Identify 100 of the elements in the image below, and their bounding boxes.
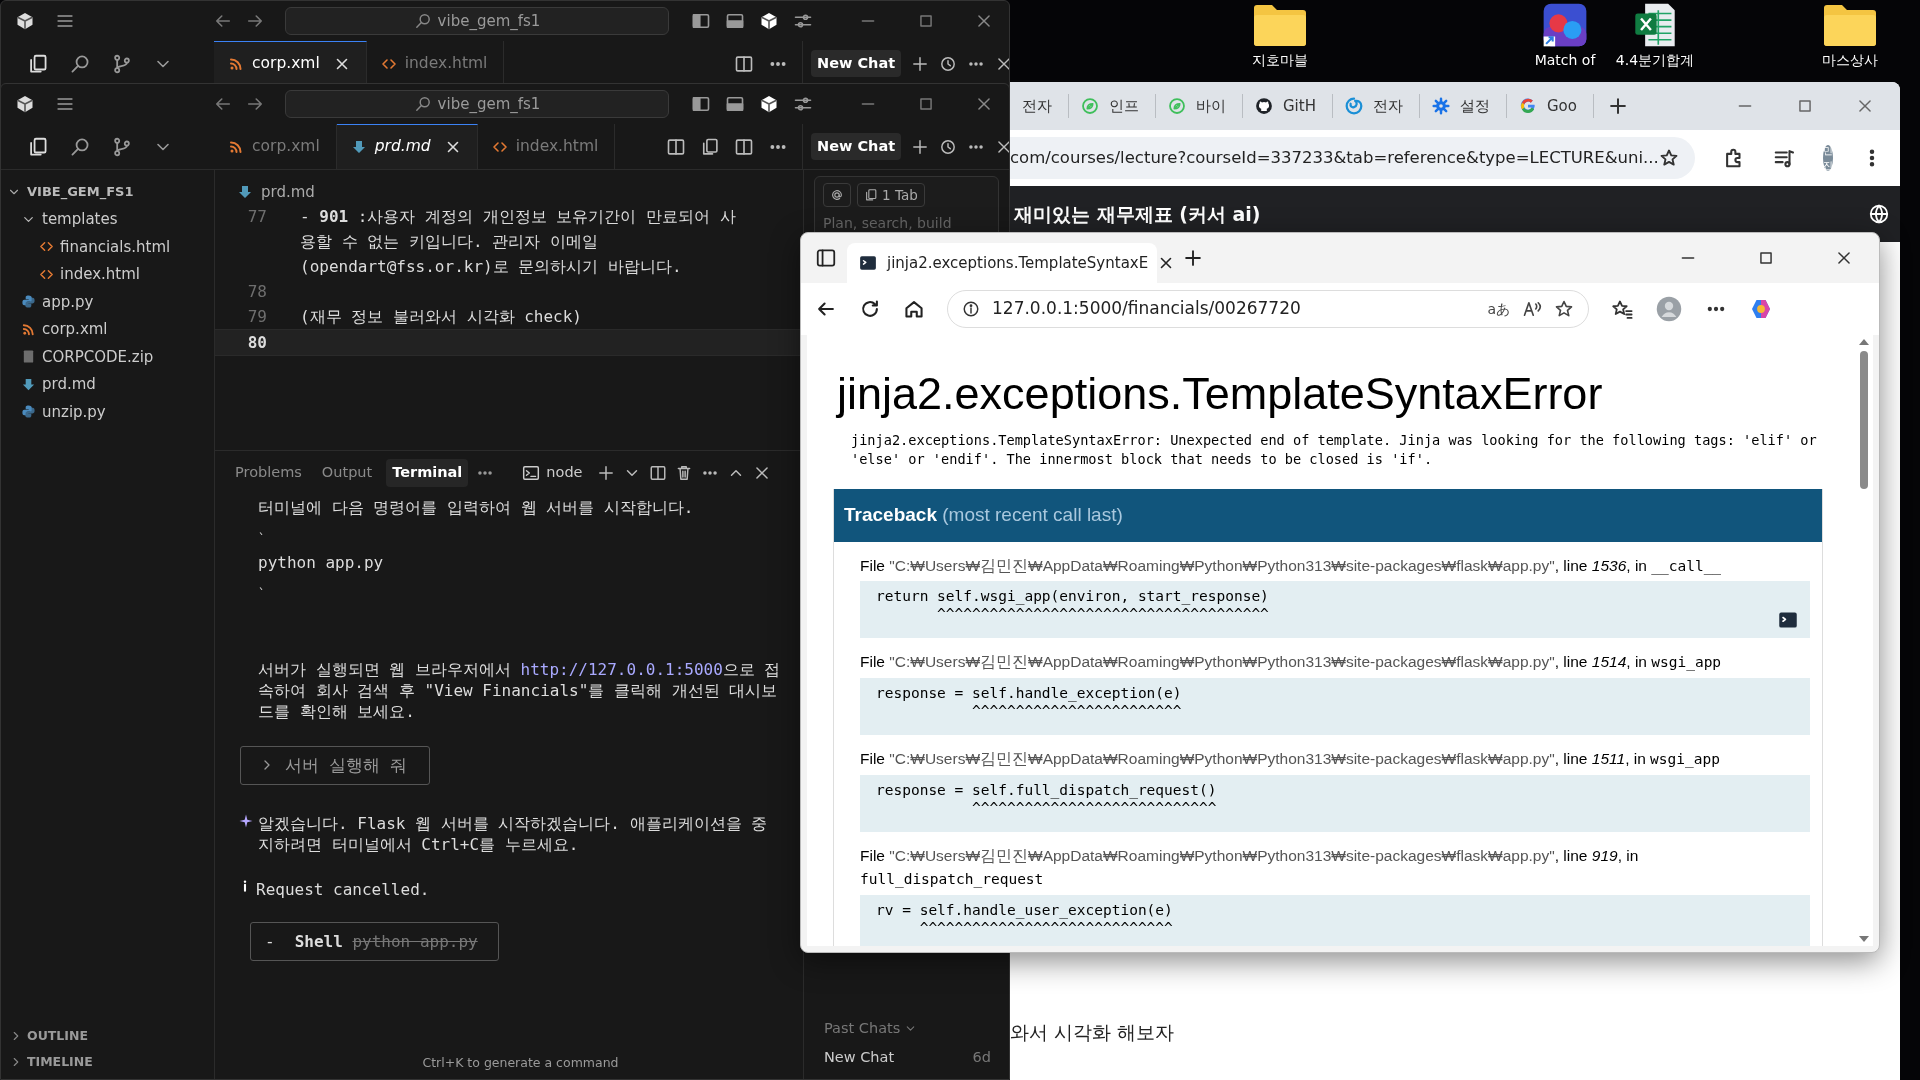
prompt-button[interactable]: 서버 실행해 줘 [240, 745, 431, 785]
tree-item[interactable]: prd.md [1, 370, 214, 398]
browser-tab[interactable]: 바이 [1156, 94, 1243, 118]
panel-toggle-icon[interactable] [725, 94, 745, 114]
panel-tab[interactable]: Problems [229, 459, 308, 487]
plus-icon[interactable] [596, 463, 615, 482]
preview-icon[interactable] [666, 136, 686, 157]
star-icon[interactable] [1658, 148, 1679, 168]
address-bar[interactable]: com/courses/lecture?courseId=337233&tab=reference&type=LECTURE&uni... [1010, 137, 1695, 179]
editor-tab[interactable]: prd.md [336, 124, 478, 169]
tree-item[interactable]: index.html [1, 260, 214, 288]
compare-icon[interactable] [700, 136, 720, 157]
new-tab-icon[interactable] [1607, 96, 1628, 116]
chat-input[interactable]: Plan, search, build [823, 213, 990, 235]
search-field[interactable]: vibe_gem_fs1 [285, 90, 669, 118]
editor-tab[interactable]: index.html [477, 124, 616, 169]
tree-item[interactable]: financials.html [1, 233, 214, 261]
line-number: 80 [246, 332, 267, 354]
new-tab-icon[interactable] [1183, 248, 1203, 268]
url-text: com/courses/lecture?courseId=337233&tab=reference&type=LECTURE&uni... [1010, 146, 1659, 169]
maximize-icon[interactable] [1757, 249, 1775, 267]
message-text: 터미널에 다음 명령어를 입력하여 웹 서버를 시작합니다. [258, 496, 695, 518]
app-logo-icon [15, 94, 35, 114]
maximize-icon[interactable] [917, 12, 935, 30]
sliders-icon[interactable] [793, 94, 813, 114]
desktop-icon-label[interactable]: 지호마블 [1252, 50, 1308, 71]
vertical-tabs-icon[interactable] [815, 247, 837, 269]
star-icon[interactable] [1554, 299, 1574, 319]
shell-command: Shell python app.py [294, 930, 478, 952]
browser-tab[interactable]: Goo [1506, 94, 1594, 118]
console-icon[interactable] [1778, 610, 1798, 631]
folder-icon[interactable] [1822, 2, 1878, 48]
split-icon[interactable] [734, 136, 754, 157]
panel-toggle-icon[interactable] [725, 11, 745, 31]
section-header[interactable]: OUTLINE [1, 1023, 214, 1049]
read-aloud-icon[interactable] [1522, 299, 1542, 319]
cube-icon[interactable] [759, 11, 779, 31]
desktop-icon-label[interactable]: Match of [1534, 50, 1596, 71]
split-icon[interactable] [648, 463, 667, 482]
arrow-down-icon [237, 184, 253, 200]
panel-tab[interactable]: Output [315, 459, 379, 487]
files-icon[interactable] [27, 135, 49, 158]
copilot-icon[interactable] [1749, 297, 1773, 321]
branch-icon[interactable] [111, 52, 133, 75]
desktop-icon-label[interactable]: 마스상사 [1822, 50, 1878, 71]
tree-item[interactable]: CORPCODE.zip [1, 343, 214, 371]
browser-tab[interactable]: GitH [1243, 94, 1333, 118]
traceback-header: Traceback (most recent call last) [834, 489, 1822, 542]
status-text: Request cancelled. [256, 878, 430, 900]
traceback-location: File "C:₩Users₩김민진₩AppData₩Roaming₩Python₩Python313₩site-packages₩flask₩app.py", line 1511, in wsgi_app [860, 749, 1721, 770]
files-icon[interactable] [27, 52, 49, 75]
editor-tab[interactable]: corp.xml [214, 124, 337, 169]
plus-icon[interactable] [911, 54, 930, 73]
favorites-icon[interactable] [1611, 298, 1633, 320]
message-text: 서버가 실행되면 웹 브라우저에서 http://127.0.0.1:5000으로 접속하여 회사 검색 후 "View Financials"를 클릭해 개선된 대시보드를 확인해 보세요. [258, 658, 782, 722]
link[interactable]: http://127.0.0.1:5000 [520, 659, 723, 679]
source-code: return self.wsgi_app(environ, start_response) ^^^^^^^^^^^^^^^^^^^^^^^^^^^^^^^^^^^^^^ [876, 587, 1269, 624]
chat-history-title[interactable]: New Chat [824, 1047, 895, 1069]
translate-icon[interactable]: aあ [1487, 298, 1510, 320]
explorer-root[interactable]: VIBE_GEM_FS1 [1, 178, 214, 206]
browser-tab[interactable]: 설정 [1419, 94, 1507, 118]
maximize-icon[interactable] [1796, 97, 1814, 115]
tree-item[interactable]: corp.xml [1, 315, 214, 343]
split-icon[interactable] [734, 53, 754, 74]
branch-icon[interactable] [111, 135, 133, 158]
new-chat-button[interactable]: New Chat [811, 49, 902, 78]
breadcrumb[interactable]: prd.md [215, 180, 803, 204]
desktop-icon-label[interactable]: 4.4분기합계 [1615, 50, 1695, 71]
plus-icon[interactable] [911, 137, 930, 156]
terminal-selector[interactable]: node [516, 459, 589, 487]
sliders-icon[interactable] [793, 11, 813, 31]
panel-tab[interactable]: Terminal [386, 459, 469, 487]
files-icon [864, 188, 878, 203]
folder-icon[interactable] [1252, 2, 1308, 48]
media-icon[interactable] [1772, 147, 1795, 169]
profile-avatar[interactable]: 민진 [1822, 145, 1833, 171]
mention-button[interactable] [823, 183, 851, 208]
sidebar-toggle-icon[interactable] [691, 94, 711, 114]
tree-item[interactable]: templates [1, 205, 214, 233]
search-field[interactable]: vibe_gem_fs1 [285, 7, 669, 35]
browser-tab[interactable]: 인프 [1069, 94, 1156, 118]
maximize-icon[interactable] [917, 95, 935, 113]
globe-icon[interactable] [1868, 203, 1890, 225]
profile-icon[interactable] [1655, 295, 1683, 323]
tree-item[interactable]: unzip.py [1, 398, 214, 426]
close-icon[interactable] [1835, 249, 1853, 267]
history-icon[interactable] [939, 137, 958, 156]
section-header[interactable]: TIMELINE [1, 1049, 214, 1075]
chat-age: 6d [972, 1048, 991, 1068]
tree-item[interactable]: app.py [1, 288, 214, 316]
past-chats-toggle[interactable]: Past Chats [824, 1017, 918, 1040]
history-icon[interactable] [939, 54, 958, 73]
reload-icon[interactable] [859, 298, 881, 320]
cube-icon[interactable] [759, 94, 779, 114]
editor-tab[interactable]: corp.xml [214, 41, 367, 86]
context-chip[interactable]: 1 Tab [857, 183, 925, 208]
browser-tab[interactable]: 전자 [1332, 94, 1420, 118]
home-icon[interactable] [903, 298, 925, 320]
sidebar-toggle-icon[interactable] [691, 11, 711, 31]
new-chat-button[interactable]: New Chat [811, 132, 902, 161]
